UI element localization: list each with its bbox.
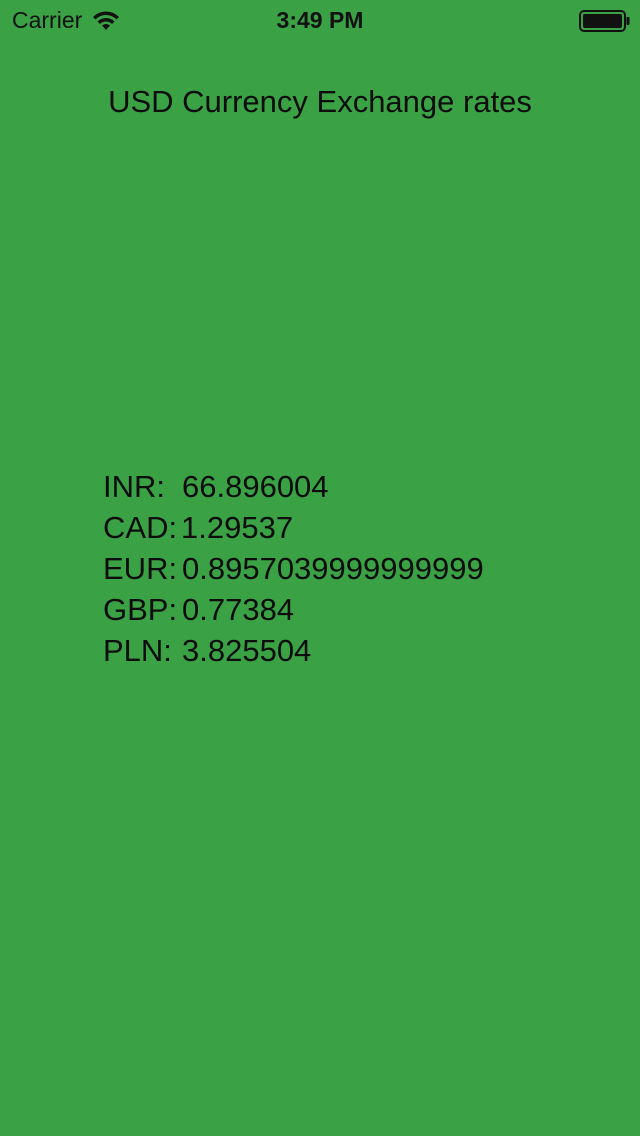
rate-row-cad: CAD: 1.29537 [103,507,603,548]
rate-code-cad: CAD: [103,510,178,545]
rate-code-gbp: GBP: [103,592,178,627]
rate-value-inr: 66.896004 [182,469,329,504]
rate-row-eur: EUR: 0.8957039999999999 [103,548,603,589]
status-bar: Carrier 3:49 PM [0,0,640,40]
rate-value-gbp: 0.77384 [182,592,295,627]
rate-code-pln: PLN: [103,633,172,668]
rate-value-cad: 1.29537 [181,510,294,545]
exchange-rate-list: INR: 66.896004 CAD: 1.29537 EUR: 0.89570399… [103,466,603,671]
rate-code-eur: EUR: [103,551,178,586]
rate-code-inr: INR: [103,469,165,504]
page-title: USD Currency Exchange rates [108,84,532,119]
battery-icon [579,10,630,32]
rate-value-pln: 3.825504 [182,633,312,668]
rate-row-gbp: GBP: 0.77384 [103,589,603,630]
rate-value-eur: 0.8957039999999999 [182,551,484,586]
status-time: 3:49 PM [276,7,364,33]
rate-row-inr: INR: 66.896004 [103,466,603,507]
rate-row-pln: PLN: 3.825504 [103,630,603,671]
